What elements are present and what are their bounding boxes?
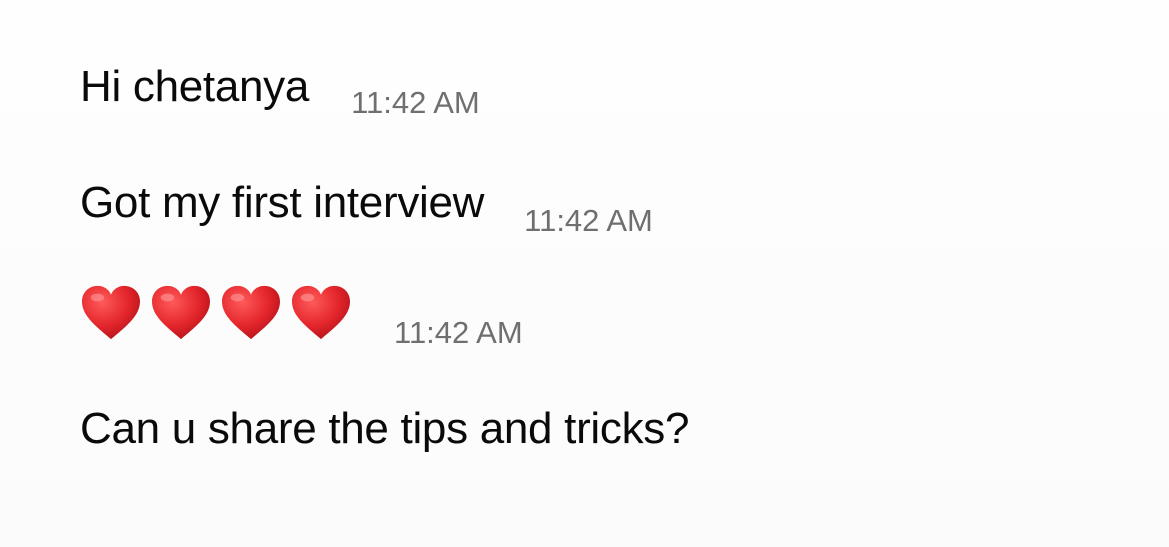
chat-thread: Hi chetanya 11:42 AM Got my first interv… bbox=[0, 0, 1169, 547]
emoji-hearts bbox=[80, 284, 352, 342]
message-1[interactable]: Hi chetanya 11:42 AM bbox=[80, 62, 480, 120]
message-text: Hi chetanya bbox=[80, 62, 310, 111]
red-heart-icon bbox=[152, 285, 210, 340]
message-text: Can u share the tips and tricks? bbox=[80, 404, 690, 453]
message-text: Got my first interview bbox=[80, 178, 485, 227]
red-heart-icon bbox=[292, 285, 350, 340]
message-3[interactable]: 11:42 AM bbox=[80, 284, 523, 350]
red-heart-icon bbox=[82, 285, 140, 340]
message-2[interactable]: Got my first interview 11:42 AM bbox=[80, 178, 653, 238]
message-timestamp: 11:42 AM bbox=[394, 315, 523, 350]
message-timestamp: 11:42 AM bbox=[524, 203, 653, 238]
message-4[interactable]: Can u share the tips and tricks? bbox=[80, 404, 689, 454]
message-timestamp: 11:42 AM bbox=[351, 85, 480, 120]
red-heart-icon bbox=[222, 285, 280, 340]
